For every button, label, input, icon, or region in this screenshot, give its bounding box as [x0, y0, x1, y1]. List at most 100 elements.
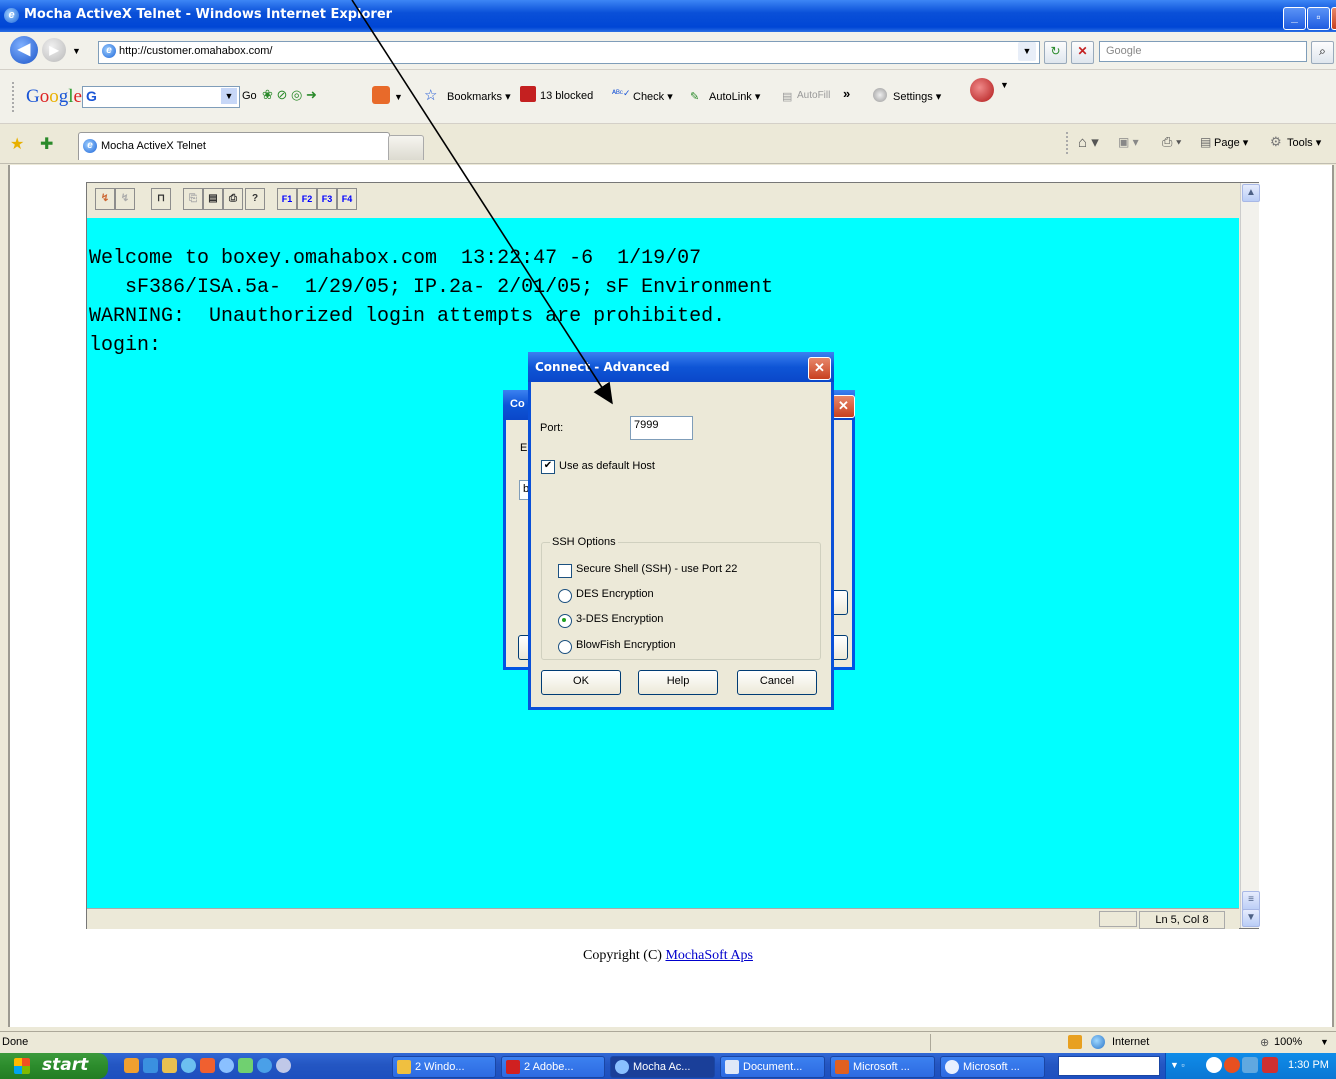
settings-button[interactable]: Settings ▾ [893, 90, 941, 103]
dialog-title[interactable]: Connect - Advanced [528, 352, 834, 382]
task-document[interactable]: Document... [720, 1056, 825, 1078]
task-microsoft-2[interactable]: Microsoft ... [940, 1056, 1045, 1078]
task-adobe[interactable]: 2 Adobe... [501, 1056, 605, 1078]
3des-encryption-radio[interactable] [558, 614, 572, 628]
paste-icon[interactable]: ▤ [203, 188, 223, 210]
quicklaunch-icon[interactable] [181, 1058, 196, 1073]
windows-logo-icon [14, 1058, 30, 1074]
start-button[interactable]: start [0, 1053, 108, 1079]
help-icon[interactable]: ? [245, 188, 265, 210]
autofill-button[interactable]: AutoFill [797, 90, 830, 101]
dialog-close-button[interactable]: ✕ [808, 357, 831, 380]
address-url: http://customer.omahabox.com/ [119, 45, 273, 57]
popup-icon[interactable] [372, 86, 390, 104]
des-encryption-radio[interactable] [558, 589, 572, 603]
mochasoft-link[interactable]: MochaSoft Aps [665, 948, 753, 963]
blocked-count[interactable]: 13 blocked [540, 90, 593, 102]
quicklaunch-icon[interactable] [162, 1058, 177, 1073]
search-icon[interactable]: ⌕ [1311, 41, 1334, 64]
copy-icon[interactable]: ⎘ [183, 188, 203, 210]
default-host-label: Use as default Host [559, 460, 655, 472]
terminal-line: Welcome to boxey.omahabox.com 13:22:47 -… [89, 247, 702, 270]
refresh-button[interactable]: ↻ [1044, 41, 1067, 64]
tray-icon[interactable] [1206, 1057, 1222, 1073]
minimize-button[interactable]: _ [1283, 7, 1306, 30]
tab-mocha-activex-telnet[interactable]: e Mocha ActiveX Telnet [78, 132, 390, 160]
quicklaunch-icon[interactable] [143, 1058, 158, 1073]
quicklaunch-icon[interactable] [276, 1058, 291, 1073]
default-host-checkbox[interactable]: ✔ [541, 460, 555, 474]
maximize-button[interactable]: ▫ [1307, 7, 1330, 30]
check-button[interactable]: Check ▾ [633, 90, 673, 103]
connect-dialog-close-button[interactable]: ✕ [832, 395, 855, 418]
f2-key-button[interactable]: F2 [297, 188, 317, 210]
scroll-thumb[interactable]: ≡ [1242, 891, 1260, 911]
tray-expand-icon[interactable]: ▼ ▫ [1170, 1060, 1185, 1070]
home-icon[interactable]: ⌂ ▾ [1078, 133, 1099, 151]
recent-pages-dropdown-icon[interactable]: ▼ [72, 46, 81, 56]
tray-icon[interactable] [1224, 1057, 1240, 1073]
f3-key-button[interactable]: F3 [317, 188, 337, 210]
task-label: Microsoft ... [853, 1061, 910, 1073]
scroll-down-icon[interactable]: ▼ [1242, 909, 1260, 927]
quicklaunch-icon[interactable] [124, 1058, 139, 1073]
quicklaunch-icon[interactable] [238, 1058, 253, 1073]
ie-task-icon [615, 1060, 629, 1074]
print-icon[interactable]: ⎙ ▾ [1162, 134, 1181, 150]
quicklaunch-icon[interactable] [257, 1058, 272, 1073]
blowfish-encryption-radio[interactable] [558, 640, 572, 654]
terminal-scrollbar[interactable]: ▲ ≡ ▼ [1240, 183, 1260, 928]
connect-icon[interactable]: ↯ [95, 188, 115, 210]
google-search-combo[interactable]: G ▼ [82, 86, 240, 108]
tab-bar: ★ ✚ e Mocha ActiveX Telnet ⌂ ▾ ▣ ▾ ⎙ ▾ ▤… [0, 124, 1336, 164]
new-tab-button[interactable] [388, 135, 424, 160]
zoom-level[interactable]: 100% [1274, 1036, 1302, 1048]
tray-icon[interactable] [1262, 1057, 1278, 1073]
tools-menu[interactable]: Tools ▾ [1287, 136, 1321, 149]
task-windows-explorer[interactable]: 2 Windo... [392, 1056, 496, 1078]
popup-dropdown-icon[interactable]: ▼ [394, 92, 403, 102]
status-text: Done [2, 1036, 29, 1048]
more-button[interactable]: » [843, 86, 850, 101]
ssh-checkbox[interactable] [558, 564, 572, 578]
port-input[interactable]: 7999 [630, 416, 693, 440]
disconnect-icon[interactable]: ↯ [115, 188, 135, 210]
quicklaunch-icon[interactable] [200, 1058, 215, 1073]
combo-dropdown-icon[interactable]: ▼ [221, 88, 237, 104]
cancel-button[interactable]: Cancel [737, 670, 817, 695]
close-button[interactable] [1331, 7, 1336, 30]
stop-button[interactable]: ✕ [1071, 41, 1094, 64]
feeds-icon[interactable]: ▣ ▾ [1118, 135, 1139, 149]
address-dropdown-icon[interactable]: ▼ [1018, 42, 1036, 61]
autolink-button[interactable]: AutoLink ▾ [709, 90, 760, 103]
google-logo: Google [26, 86, 82, 107]
f1-key-button[interactable]: F1 [277, 188, 297, 210]
task-microsoft-1[interactable]: Microsoft ... [830, 1056, 935, 1078]
page-menu[interactable]: Page ▾ [1214, 136, 1248, 149]
toolbar-extras-icon[interactable]: ❀ ⊘ ◎ ➜ [262, 87, 317, 103]
help-button[interactable]: Help [638, 670, 718, 695]
address-input[interactable]: e http://customer.omahabox.com/ [98, 41, 1040, 64]
taskbar-address-input[interactable] [1058, 1056, 1160, 1076]
back-button[interactable]: ◀ [10, 36, 38, 64]
favorites-star-icon[interactable]: ★ [10, 134, 24, 154]
scroll-up-icon[interactable]: ▲ [1242, 184, 1260, 202]
acrobat-icon[interactable] [970, 78, 994, 102]
f4-key-button[interactable]: F4 [337, 188, 357, 210]
cursor-position: Ln 5, Col 8 [1139, 911, 1225, 929]
clock[interactable]: 1:30 PM [1288, 1059, 1329, 1071]
window-title-bar[interactable]: e Mocha ActiveX Telnet - Windows Interne… [0, 0, 1336, 32]
task-mocha-activex[interactable]: Mocha Ac... [610, 1056, 715, 1078]
quicklaunch-ie-icon[interactable] [219, 1058, 234, 1073]
forward-button[interactable]: ▶ [42, 38, 66, 62]
acrobat-dropdown-icon[interactable]: ▼ [1000, 80, 1009, 90]
go-button[interactable]: Go [242, 90, 257, 102]
bookmarks-button[interactable]: Bookmarks ▾ [447, 90, 511, 103]
keyboard-icon[interactable]: ⊓ [151, 188, 171, 210]
add-favorites-icon[interactable]: ✚ [40, 134, 53, 154]
ok-button[interactable]: OK [541, 670, 621, 695]
zoom-dropdown-icon[interactable]: ▼ [1320, 1037, 1329, 1047]
search-input[interactable]: Google [1099, 41, 1307, 62]
network-icon[interactable] [1242, 1057, 1258, 1073]
print-terminal-icon[interactable]: ⎙ [223, 188, 243, 210]
